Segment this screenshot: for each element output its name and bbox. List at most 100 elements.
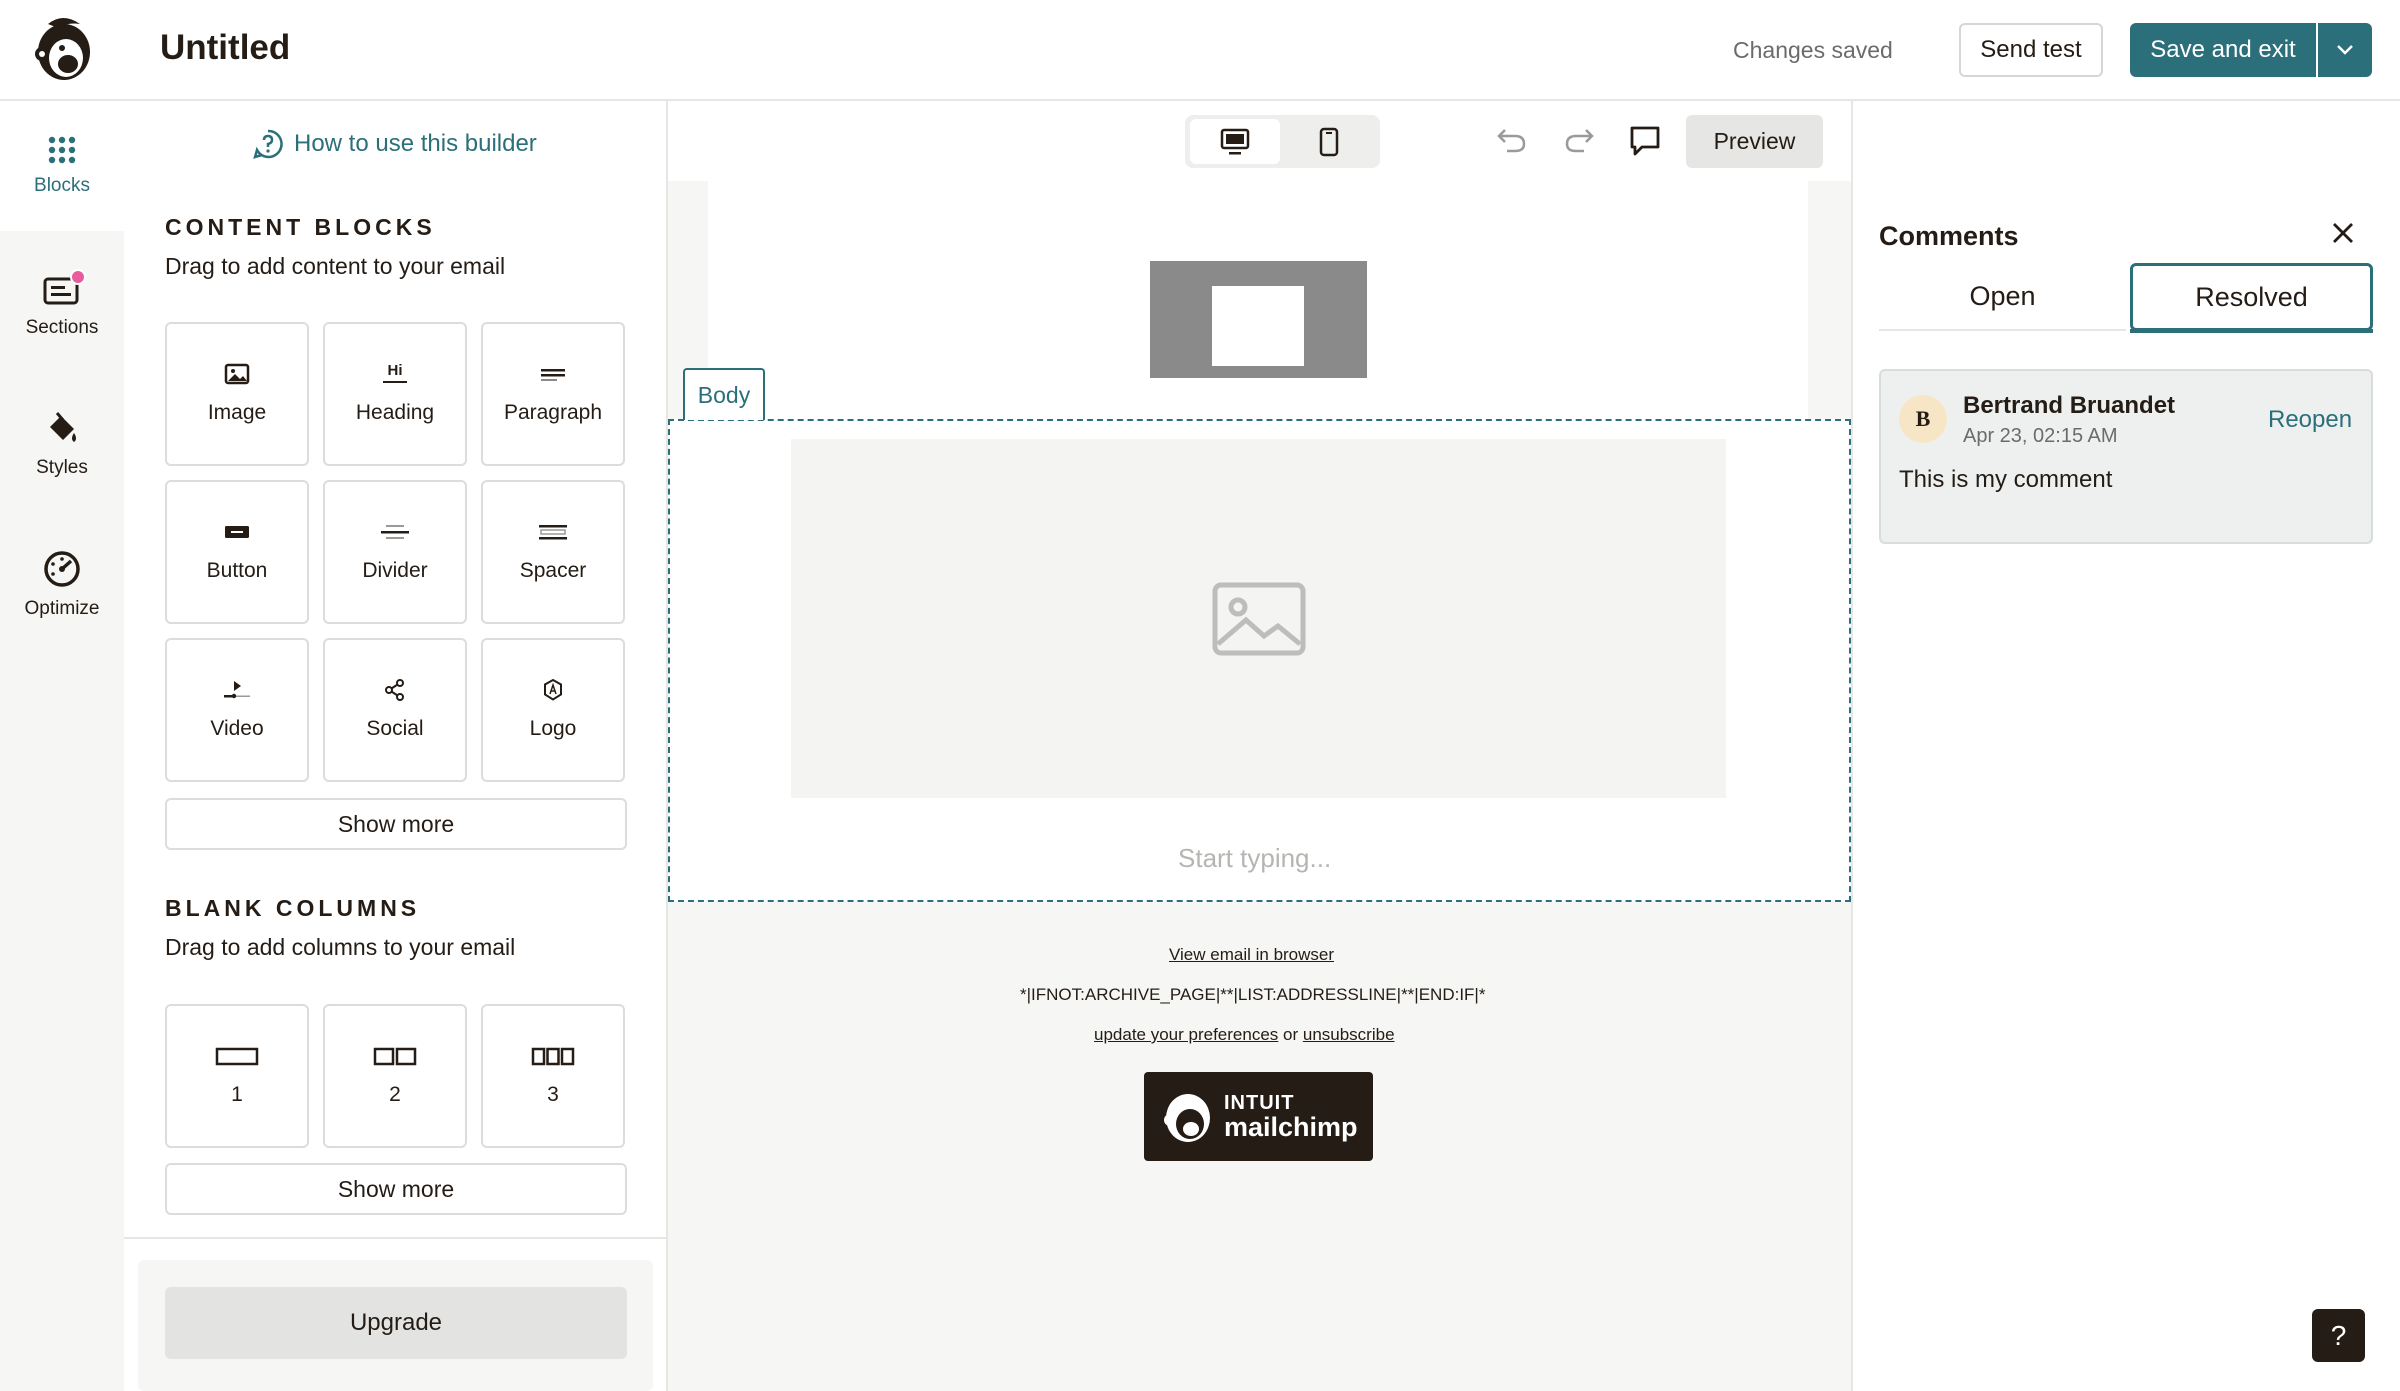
logo-icon	[544, 679, 562, 701]
divider-icon	[381, 525, 409, 539]
heading-glyph: Hi	[387, 362, 403, 379]
avatar: B	[1899, 395, 1947, 443]
close-comments-button[interactable]	[2328, 218, 2358, 248]
block-tile-button[interactable]: Button	[165, 480, 309, 624]
tile-label: 2	[389, 1083, 401, 1106]
heading-icon: Hi	[380, 363, 410, 385]
tile-label: Heading	[355, 401, 435, 424]
comment-date: Apr 23, 02:15 AM	[1963, 425, 2118, 447]
close-icon	[2333, 223, 2353, 243]
blank-columns-subtitle: Drag to add columns to your email	[165, 934, 516, 960]
update-preferences-link[interactable]: update your preferences	[1094, 1025, 1278, 1044]
column-tile-2[interactable]: 2	[323, 1004, 467, 1148]
mailchimp-badge[interactable]: INTUIT mailchimp	[1144, 1072, 1373, 1161]
save-and-exit-button[interactable]: Save and exit	[2130, 23, 2316, 77]
page-title[interactable]: Untitled	[160, 28, 290, 68]
paragraph-icon	[541, 369, 565, 381]
image-placeholder-icon	[1212, 582, 1305, 655]
save-status: Changes saved	[1733, 37, 1893, 63]
video-icon	[224, 681, 250, 699]
tile-label: Image	[207, 401, 267, 424]
block-tile-logo[interactable]: Logo	[481, 638, 625, 782]
paint-bucket-icon	[50, 412, 76, 442]
footer-links: update your preferences or unsubscribe	[1094, 1025, 1395, 1045]
tab-resolved[interactable]: Resolved	[2130, 263, 2373, 331]
comments-toggle-button[interactable]	[1628, 124, 1662, 158]
rail-label: Optimize	[24, 598, 100, 619]
one-column-icon	[215, 1047, 259, 1066]
rail-item-styles[interactable]: Styles	[0, 380, 124, 510]
show-more-content-button[interactable]: Show more	[165, 798, 627, 850]
content-blocks-title: CONTENT BLOCKS	[165, 214, 436, 240]
three-column-icon	[531, 1047, 575, 1066]
badge-text: INTUIT mailchimp	[1224, 1093, 1358, 1141]
tile-label: Logo	[529, 717, 577, 740]
block-tile-social[interactable]: Social	[323, 638, 467, 782]
image-placeholder[interactable]	[791, 439, 1726, 798]
preview-button[interactable]: Preview	[1686, 115, 1823, 168]
unsubscribe-link[interactable]: unsubscribe	[1303, 1025, 1395, 1044]
show-more-columns-button[interactable]: Show more	[165, 1163, 627, 1215]
content-blocks-subtitle: Drag to add content to your email	[165, 253, 506, 279]
desktop-view-button[interactable]	[1190, 119, 1280, 164]
tile-label: Spacer	[519, 559, 587, 582]
tab-open[interactable]: Open	[1879, 263, 2126, 331]
tile-label: Button	[206, 559, 268, 582]
footer-merge-tags: *|IFNOT:ARCHIVE_PAGE|**|LIST:ADDRESSLINE…	[1020, 985, 1486, 1004]
mailchimp-logo-icon[interactable]	[28, 14, 98, 84]
view-in-browser-link[interactable]: View email in browser	[1169, 945, 1334, 965]
email-thumbnail-dialog	[1212, 286, 1304, 366]
block-tile-image[interactable]: Image	[165, 322, 309, 466]
block-tile-heading[interactable]: Hi Heading	[323, 322, 467, 466]
tile-label: 1	[231, 1083, 243, 1106]
chevron-down-icon	[2337, 45, 2353, 55]
gauge-icon	[44, 551, 80, 587]
help-circle-icon	[253, 129, 283, 159]
desktop-icon	[1220, 128, 1250, 154]
rail-item-sections[interactable]: Sections	[0, 240, 124, 370]
undo-button[interactable]	[1495, 124, 1529, 156]
notification-dot	[70, 269, 86, 285]
comment-icon	[1630, 126, 1660, 156]
block-tile-spacer[interactable]: Spacer	[481, 480, 625, 624]
tile-label: Paragraph	[503, 401, 603, 424]
tile-label: Video	[210, 717, 264, 740]
text-placeholder[interactable]: Start typing...	[1178, 843, 1331, 874]
mobile-view-button[interactable]	[1284, 119, 1374, 164]
image-icon	[224, 363, 250, 385]
badge-line-1: INTUIT	[1224, 1091, 1295, 1114]
upgrade-button[interactable]: Upgrade	[165, 1287, 627, 1359]
send-test-button[interactable]: Send test	[1959, 23, 2103, 77]
column-tile-1[interactable]: 1	[165, 1004, 309, 1148]
rail-item-blocks[interactable]: Blocks	[0, 101, 124, 231]
spacer-icon	[539, 525, 567, 540]
rail-label: Blocks	[34, 175, 90, 196]
grid-dots-icon	[48, 136, 76, 164]
badge-line-2: mailchimp	[1224, 1111, 1358, 1142]
two-column-icon	[373, 1047, 417, 1066]
tile-label: Divider	[362, 559, 428, 582]
comments-title: Comments	[1879, 221, 2019, 251]
blank-columns-title: BLANK COLUMNS	[165, 895, 421, 921]
undo-icon	[1497, 129, 1526, 153]
column-tile-3[interactable]: 3	[481, 1004, 625, 1148]
how-to-link[interactable]: How to use this builder	[252, 128, 537, 160]
how-to-label: How to use this builder	[294, 130, 537, 157]
block-tile-video[interactable]: Video	[165, 638, 309, 782]
freddie-icon	[1164, 1093, 1210, 1142]
comment-text: This is my comment	[1899, 466, 2113, 493]
tile-label: 3	[547, 1083, 559, 1106]
comment-author: Bertrand Bruandet	[1963, 392, 2176, 419]
body-section-tag[interactable]: Body	[683, 368, 765, 420]
help-button[interactable]: ?	[2312, 1309, 2365, 1362]
rail-label: Styles	[36, 457, 88, 478]
save-options-dropdown[interactable]	[2318, 23, 2372, 77]
sections-icon	[42, 269, 86, 307]
redo-button[interactable]	[1562, 124, 1596, 156]
button-icon	[225, 526, 249, 538]
rail-item-optimize[interactable]: Optimize	[0, 520, 124, 650]
block-tile-divider[interactable]: Divider	[323, 480, 467, 624]
reopen-link[interactable]: Reopen	[2268, 406, 2352, 434]
block-tile-paragraph[interactable]: Paragraph	[481, 322, 625, 466]
rail-label: Sections	[25, 317, 99, 338]
